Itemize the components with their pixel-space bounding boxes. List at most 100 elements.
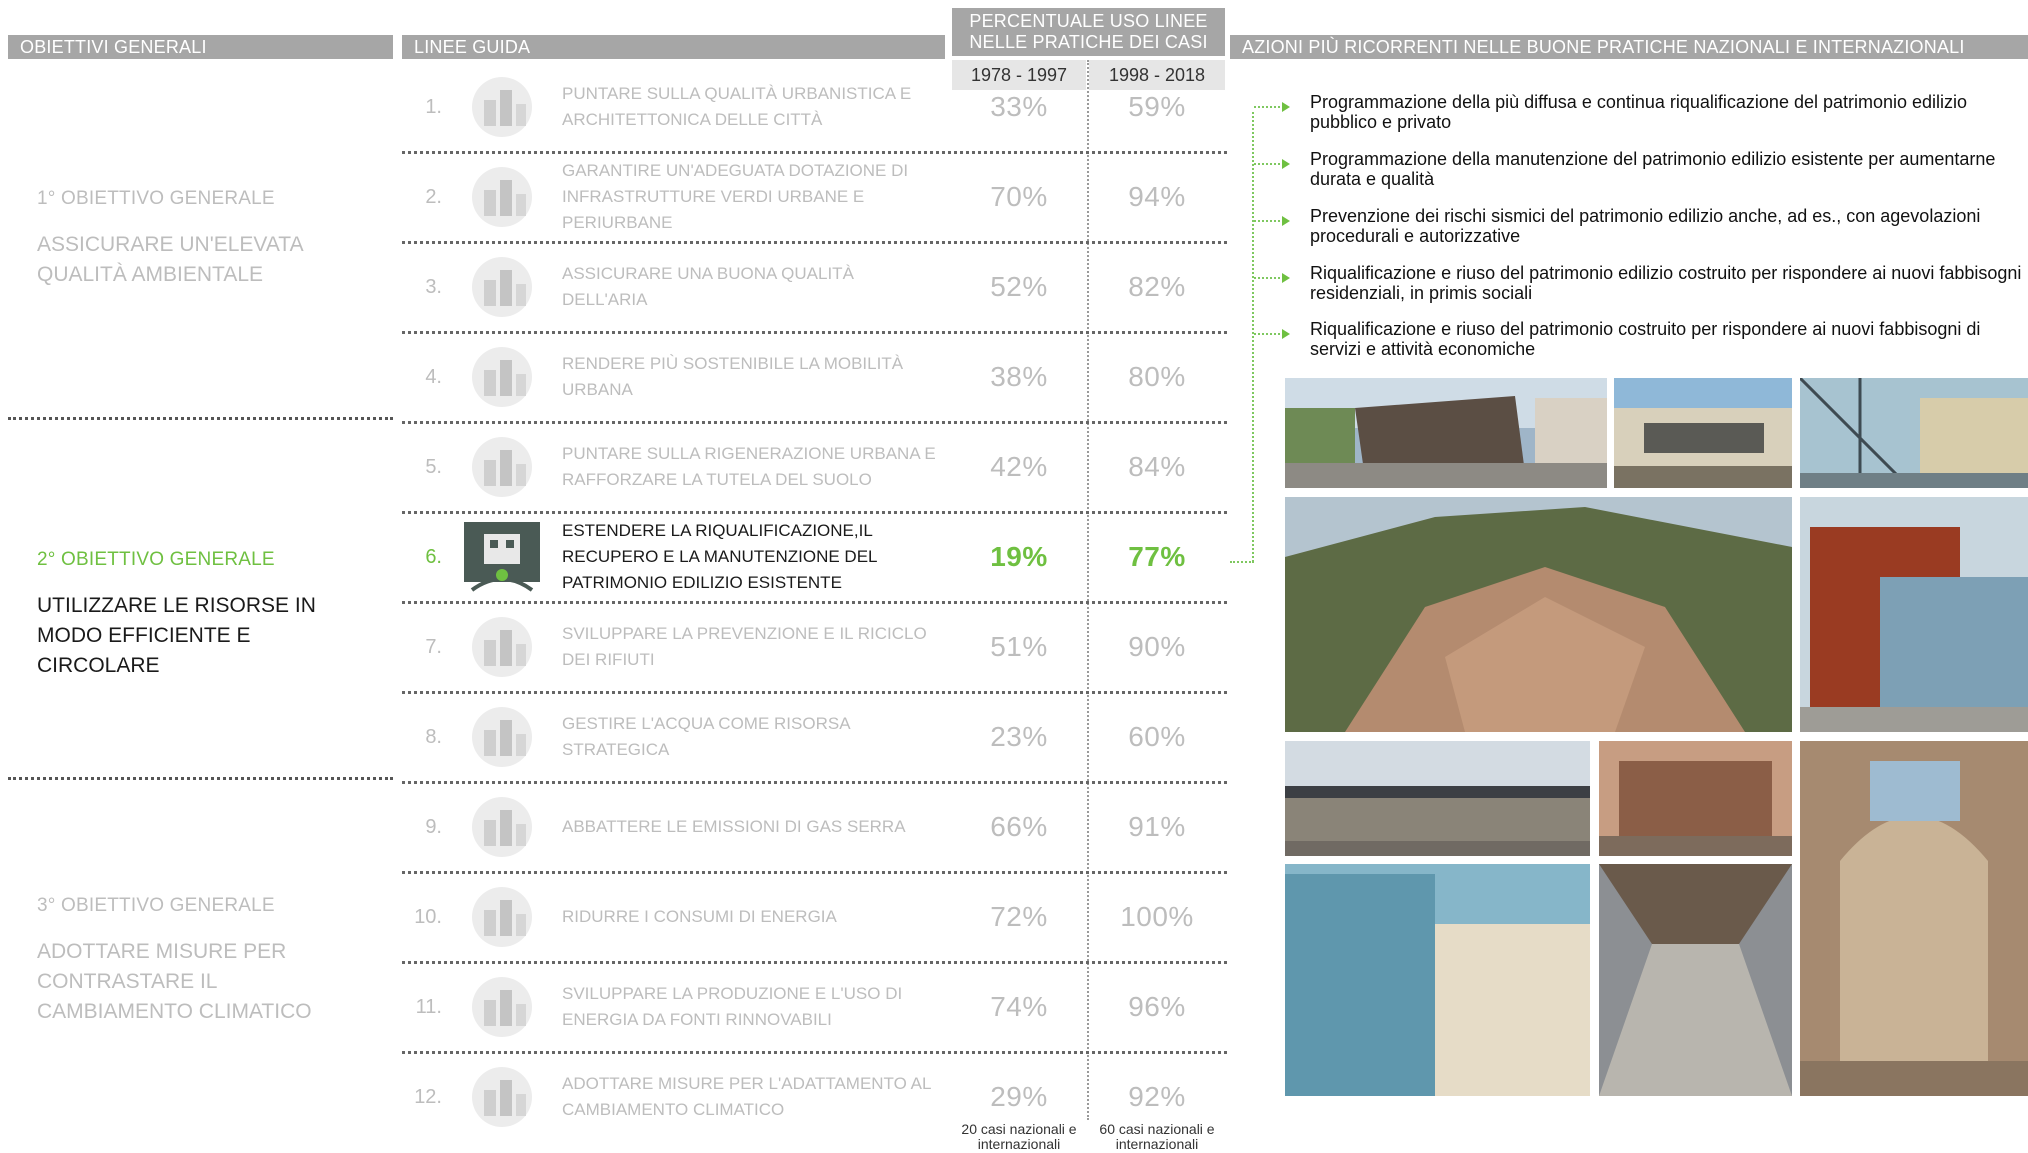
guideline-text: GARANTIRE UN'ADEGUATA DOTAZIONE DI INFRA… bbox=[562, 161, 909, 232]
photo-arcade-courtyard bbox=[1599, 741, 1792, 856]
photo-red-pavilion bbox=[1800, 497, 2028, 732]
percent-1978-1997: 74% bbox=[990, 991, 1048, 1022]
objective-1: 1° OBIETTIVO GENERALE ASSICURARE UN'ELEV… bbox=[37, 188, 377, 290]
guideline-row: 3. ASSICURARE UNA BUONA QUALITÀ DELL'ARIA… bbox=[402, 242, 1227, 332]
action-item: Riqualificazione e riuso del patrimonio … bbox=[1254, 319, 2028, 367]
percent-1998-2018: 77% bbox=[1128, 541, 1186, 572]
percent-1978-1997: 23% bbox=[990, 721, 1048, 752]
objective-separator bbox=[8, 777, 393, 780]
guideline-text: PUNTARE SULLA QUALITÀ URBANISTICA E ARCH… bbox=[562, 84, 912, 129]
action-item: Programmazione della più diffusa e conti… bbox=[1254, 92, 2028, 140]
guideline-text: ABBATTERE LE EMISSIONI DI GAS SERRA bbox=[562, 817, 906, 836]
action-item: Riqualificazione e riuso del patrimonio … bbox=[1254, 263, 2028, 311]
guideline-row: 10. RIDURRE I CONSUMI DI ENERGIA 72% 100% bbox=[402, 872, 1227, 962]
percent-1978-1997: 19% bbox=[990, 541, 1048, 572]
guideline-text: GESTIRE L'ACQUA COME RISORSA STRATEGICA bbox=[562, 714, 850, 759]
photo-market-hall bbox=[1285, 378, 1607, 488]
guideline-text: ESTENDERE LA RIQUALIFICAZIONE,IL RECUPER… bbox=[562, 521, 877, 592]
guideline-row: 7. SVILUPPARE LA PREVENZIONE E IL RICICLO… bbox=[402, 602, 1227, 692]
photo-warehouse-interior bbox=[1599, 864, 1792, 1096]
guideline-number: 7. bbox=[425, 635, 442, 658]
objective-text: UTILIZZARE LE RISORSE IN MODO EFFICIENTE… bbox=[37, 594, 316, 677]
renewable-energy-icon bbox=[462, 970, 542, 1044]
percent-1998-2018: 84% bbox=[1128, 451, 1186, 482]
photo-glass-corridor bbox=[1800, 378, 2028, 488]
objective-3: 3° OBIETTIVO GENERALE ADOTTARE MISURE PE… bbox=[37, 895, 377, 1027]
arrow-icon bbox=[1254, 102, 1290, 112]
percent-1978-1997: 66% bbox=[990, 811, 1048, 842]
mobility-icon bbox=[462, 340, 542, 414]
globe-emissions-icon bbox=[462, 790, 542, 864]
percent-1978-1997: 42% bbox=[990, 451, 1048, 482]
objective-title: 2° OBIETTIVO GENERALE bbox=[37, 549, 275, 570]
guideline-text: PUNTARE SULLA RIGENERAZIONE URBANA E RAF… bbox=[562, 444, 936, 489]
percent-1978-1997: 70% bbox=[990, 181, 1048, 212]
photo-glass-facade bbox=[1285, 864, 1590, 1096]
arrow-icon bbox=[1254, 273, 1290, 283]
arrow-icon bbox=[1254, 159, 1290, 169]
air-quality-icon bbox=[462, 250, 542, 324]
guideline-number: 6. bbox=[425, 545, 442, 568]
guideline-number: 8. bbox=[425, 725, 442, 748]
arrow-icon bbox=[1254, 329, 1290, 339]
guideline-row: 5. PUNTARE SULLA RIGENERAZIONE URBANA E R… bbox=[402, 422, 1227, 512]
percent-1998-2018: 82% bbox=[1128, 271, 1186, 302]
guideline-text: ADOTTARE MISURE PER L'ADATTAMENTO AL CAM… bbox=[562, 1074, 931, 1119]
guideline-text: SVILUPPARE LA PRODUZIONE E L'USO DI ENER… bbox=[562, 984, 903, 1029]
objective-title: 3° OBIETTIVO GENERALE bbox=[37, 895, 275, 916]
percent-1978-1997: 33% bbox=[990, 91, 1048, 122]
percent-1978-1997: 51% bbox=[990, 631, 1048, 662]
guideline-number: 10. bbox=[414, 905, 442, 928]
guideline-row: 4. RENDERE PIÙ SOSTENIBILE LA MOBILITÀ UR… bbox=[402, 332, 1227, 422]
guideline-number: 11. bbox=[415, 995, 442, 1018]
city-building-icon bbox=[462, 70, 542, 144]
footnote-1978-1997: 20 casi nazionali e internazionali bbox=[961, 1121, 1077, 1152]
objective-2: 2° OBIETTIVO GENERALE UTILIZZARE LE RISO… bbox=[37, 549, 377, 681]
guideline-number: 12. bbox=[414, 1085, 442, 1108]
regeneration-icon bbox=[462, 430, 542, 504]
energy-house-icon bbox=[462, 880, 542, 954]
photo-hill-town bbox=[1285, 497, 1792, 732]
green-landscape-icon bbox=[462, 160, 542, 234]
climate-adaptation-icon bbox=[462, 1060, 542, 1134]
objective-title: 1° OBIETTIVO GENERALE bbox=[37, 188, 275, 209]
guideline-number: 3. bbox=[425, 275, 442, 298]
guideline-number: 1. bbox=[425, 95, 442, 118]
objective-separator bbox=[8, 417, 393, 420]
guideline-number: 9. bbox=[425, 815, 442, 838]
percent-1978-1997: 38% bbox=[990, 361, 1048, 392]
percent-1998-2018: 96% bbox=[1128, 991, 1186, 1022]
arrow-icon bbox=[1254, 216, 1290, 226]
percent-1978-1997: 52% bbox=[990, 271, 1048, 302]
guideline-row: 2. GARANTIRE UN'ADEGUATA DOTAZIONE DI INF… bbox=[402, 152, 1227, 242]
percent-1978-1997: 72% bbox=[990, 901, 1048, 932]
percent-header: PERCENTUALE USO LINEE NELLE PRATICHE DEI… bbox=[952, 8, 1225, 56]
percent-1998-2018: 91% bbox=[1128, 811, 1186, 842]
percent-1998-2018: 80% bbox=[1128, 361, 1186, 392]
photo-ruined-nave bbox=[1800, 741, 2028, 1096]
guideline-text: RIDURRE I CONSUMI DI ENERGIA bbox=[562, 907, 837, 926]
percent-1998-2018: 59% bbox=[1128, 91, 1186, 122]
percent-1998-2018: 90% bbox=[1128, 631, 1186, 662]
percent-1998-2018: 60% bbox=[1128, 721, 1186, 752]
guideline-row: 11. SVILUPPARE LA PRODUZIONE E L'USO DI E… bbox=[402, 962, 1227, 1052]
guideline-text: ASSICURARE UNA BUONA QUALITÀ DELL'ARIA bbox=[562, 264, 854, 309]
objectives-header: OBIETTIVI GENERALI bbox=[8, 35, 393, 59]
guideline-number: 5. bbox=[425, 455, 442, 478]
building-heritage-icon bbox=[462, 520, 542, 594]
objective-text: ASSICURARE UN'ELEVATA QUALITÀ AMBIENTALE bbox=[37, 233, 303, 286]
objective-text: ADOTTARE MISURE PER CONTRASTARE IL CAMBI… bbox=[37, 940, 312, 1023]
actions-header: AZIONI PIÙ RICORRENTI NELLE BUONE PRATIC… bbox=[1230, 35, 2028, 59]
percent-1998-2018: 100% bbox=[1120, 901, 1194, 932]
guideline-number: 4. bbox=[425, 365, 442, 388]
water-icon bbox=[462, 700, 542, 774]
guideline-row: 9. ABBATTERE LE EMISSIONI DI GAS SERRA 66%… bbox=[402, 782, 1227, 872]
guideline-row: 6. ESTENDERE LA RIQUALIFICAZIONE,IL RECUP… bbox=[402, 512, 1227, 602]
action-item: Programmazione della manutenzione del pa… bbox=[1254, 149, 2028, 197]
percent-1998-2018: 94% bbox=[1128, 181, 1186, 212]
guideline-number: 2. bbox=[425, 185, 442, 208]
guideline-text: RENDERE PIÙ SOSTENIBILE LA MOBILITÀ URBA… bbox=[562, 354, 904, 399]
actions-connector-link bbox=[1230, 561, 1254, 563]
action-item: Prevenzione dei rischi sismici del patri… bbox=[1254, 206, 2028, 254]
recycle-icon bbox=[462, 610, 542, 684]
